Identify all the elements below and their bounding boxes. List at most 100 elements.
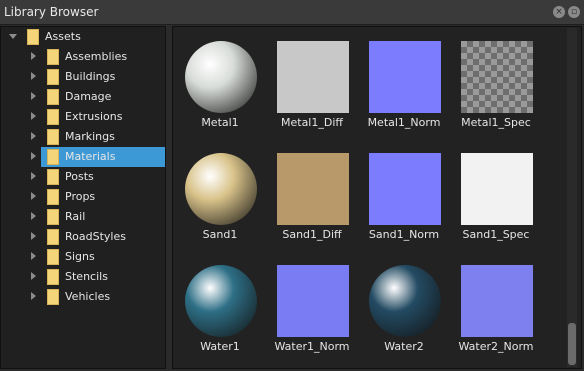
tree-item-label: Rail [65, 210, 86, 223]
tree-item-extrusions[interactable]: Extrusions [1, 107, 165, 127]
folder-icon [47, 269, 59, 285]
asset-name: Water1 [200, 340, 240, 353]
asset-thumbnail [277, 153, 349, 225]
tree-root-assets[interactable]: Assets [1, 27, 165, 47]
collapse-arrow-icon[interactable] [9, 34, 17, 39]
folder-icon [47, 49, 59, 65]
tree-item-label: Markings [65, 130, 115, 143]
close-icon[interactable]: × [553, 6, 565, 18]
scrollbar-track[interactable] [567, 28, 577, 367]
tree-item-label: Stencils [65, 270, 108, 283]
asset-grid: Metal1 Metal1_Diff Metal1_Norm Metal1_Spec S… [172, 26, 582, 369]
asset-name: Sand1_Norm [368, 228, 440, 241]
expand-arrow-icon[interactable] [31, 172, 36, 180]
asset-thumbnail [277, 41, 349, 113]
asset-item[interactable]: Water2 [361, 251, 447, 353]
expand-arrow-icon[interactable] [31, 152, 36, 160]
tree-item-posts[interactable]: Posts [1, 167, 165, 187]
folder-icon [47, 289, 59, 305]
asset-item[interactable]: Water1_Norm [269, 251, 355, 353]
folder-icon [47, 109, 59, 125]
tree-item-assemblies[interactable]: Assemblies [1, 47, 165, 67]
asset-name: Sand1 [202, 228, 238, 241]
float-icon[interactable]: ▫ [568, 6, 580, 18]
tree-item-rail[interactable]: Rail [1, 207, 165, 227]
tree-item-materials[interactable]: Materials [1, 147, 165, 167]
expand-arrow-icon[interactable] [31, 92, 36, 100]
tree-item-label: Signs [65, 250, 95, 263]
asset-thumbnail [461, 41, 533, 113]
asset-name: Sand1_Spec [462, 228, 530, 241]
asset-thumbnail [369, 153, 441, 225]
folder-tree: Assets Assemblies Buildings Damage Extrusio… [0, 26, 166, 369]
tree-item-props[interactable]: Props [1, 187, 165, 207]
expand-arrow-icon[interactable] [31, 292, 36, 300]
expand-arrow-icon[interactable] [31, 112, 36, 120]
asset-name: Metal1_Spec [461, 116, 531, 129]
folder-icon [47, 89, 59, 105]
asset-thumbnail [185, 265, 257, 337]
asset-name: Metal1 [201, 116, 239, 129]
asset-item[interactable]: Sand1_Norm [361, 139, 447, 241]
asset-name: Metal1_Diff [281, 116, 343, 129]
asset-name: Metal1_Norm [367, 116, 441, 129]
asset-item[interactable]: Sand1 [177, 139, 263, 241]
tree-item-signs[interactable]: Signs [1, 247, 165, 267]
asset-thumbnail [461, 265, 533, 337]
folder-icon [47, 189, 59, 205]
asset-item[interactable]: Metal1_Diff [269, 27, 355, 129]
expand-arrow-icon[interactable] [31, 192, 36, 200]
expand-arrow-icon[interactable] [31, 272, 36, 280]
folder-icon [47, 229, 59, 245]
folder-icon [47, 149, 59, 165]
asset-thumbnail [185, 41, 257, 113]
tree-item-label: Damage [65, 90, 112, 103]
tree-item-label: Extrusions [65, 110, 123, 123]
asset-name: Sand1_Diff [282, 228, 342, 241]
scrollbar-thumb[interactable] [568, 323, 576, 365]
asset-thumbnail [369, 265, 441, 337]
asset-thumbnail [185, 153, 257, 225]
tree-root-label: Assets [45, 30, 81, 43]
expand-arrow-icon[interactable] [31, 252, 36, 260]
asset-item[interactable]: Water1 [177, 251, 263, 353]
asset-name: Water2_Norm [458, 340, 534, 353]
asset-thumbnail [369, 41, 441, 113]
folder-icon [47, 69, 59, 85]
tree-item-label: Assemblies [65, 50, 128, 63]
expand-arrow-icon[interactable] [31, 232, 36, 240]
title-bar: Library Browser × ▫ [0, 0, 584, 25]
asset-thumbnail [461, 153, 533, 225]
expand-arrow-icon[interactable] [31, 52, 36, 60]
asset-thumbnail [277, 265, 349, 337]
asset-item[interactable]: Sand1_Diff [269, 139, 355, 241]
folder-icon [47, 209, 59, 225]
tree-item-vehicles[interactable]: Vehicles [1, 287, 165, 307]
folder-icon [27, 29, 39, 45]
tree-item-label: Materials [65, 150, 116, 163]
tree-item-stencils[interactable]: Stencils [1, 267, 165, 287]
expand-arrow-icon[interactable] [31, 72, 36, 80]
tree-item-label: Posts [65, 170, 94, 183]
folder-icon [47, 169, 59, 185]
tree-item-markings[interactable]: Markings [1, 127, 165, 147]
asset-item[interactable]: Water2_Norm [453, 251, 539, 353]
tree-item-label: Buildings [65, 70, 116, 83]
window-title: Library Browser [4, 5, 99, 19]
tree-item-label: Props [65, 190, 96, 203]
asset-item[interactable]: Sand1_Spec [453, 139, 539, 241]
tree-item-label: RoadStyles [65, 230, 126, 243]
folder-icon [47, 129, 59, 145]
folder-icon [47, 249, 59, 265]
tree-item-buildings[interactable]: Buildings [1, 67, 165, 87]
asset-item[interactable]: Metal1_Spec [453, 27, 539, 129]
asset-name: Water2 [384, 340, 424, 353]
tree-item-label: Vehicles [65, 290, 111, 303]
tree-item-roadstyles[interactable]: RoadStyles [1, 227, 165, 247]
asset-item[interactable]: Metal1 [177, 27, 263, 129]
expand-arrow-icon[interactable] [31, 132, 36, 140]
asset-name: Water1_Norm [274, 340, 350, 353]
expand-arrow-icon[interactable] [31, 212, 36, 220]
asset-item[interactable]: Metal1_Norm [361, 27, 447, 129]
tree-item-damage[interactable]: Damage [1, 87, 165, 107]
